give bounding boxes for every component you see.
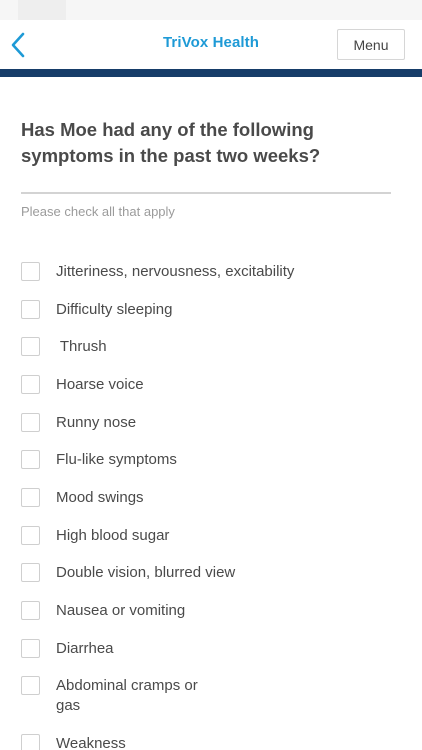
- checkbox[interactable]: [21, 601, 40, 620]
- checkbox[interactable]: [21, 676, 40, 695]
- option-label: Diarrhea: [56, 640, 114, 657]
- option-label: Jitteriness, nervousness, excitability: [56, 263, 295, 280]
- option-label: Nausea or vomiting: [56, 602, 186, 619]
- option-label: Weakness: [56, 735, 126, 750]
- option-label: Hoarse voice: [56, 376, 144, 393]
- symptom-options: Jitteriness, nervousness, excitability D…: [0, 0, 422, 750]
- option-label: Thrush: [56, 338, 107, 355]
- checkbox[interactable]: [21, 488, 40, 507]
- option-label: Mood swings: [56, 489, 144, 506]
- option-label: Difficulty sleeping: [56, 301, 173, 318]
- checkbox[interactable]: [21, 639, 40, 658]
- checkbox[interactable]: [21, 526, 40, 545]
- checkbox[interactable]: [21, 734, 40, 750]
- checkbox[interactable]: [21, 375, 40, 394]
- checkbox[interactable]: [21, 450, 40, 469]
- option-label: Double vision, blurred view: [56, 564, 236, 581]
- option-label: Runny nose: [56, 414, 137, 431]
- checkbox[interactable]: [21, 300, 40, 319]
- survey-page: TriVox Health Menu Has Moe had any of th…: [0, 0, 422, 750]
- checkbox[interactable]: [21, 413, 40, 432]
- checkbox[interactable]: [21, 262, 40, 281]
- checkbox[interactable]: [21, 563, 40, 582]
- checkbox[interactable]: [21, 337, 40, 356]
- option-label: Abdominal cramps or gas: [56, 677, 198, 714]
- option-label: Flu-like symptoms: [56, 451, 177, 468]
- option-label: High blood sugar: [56, 527, 170, 544]
